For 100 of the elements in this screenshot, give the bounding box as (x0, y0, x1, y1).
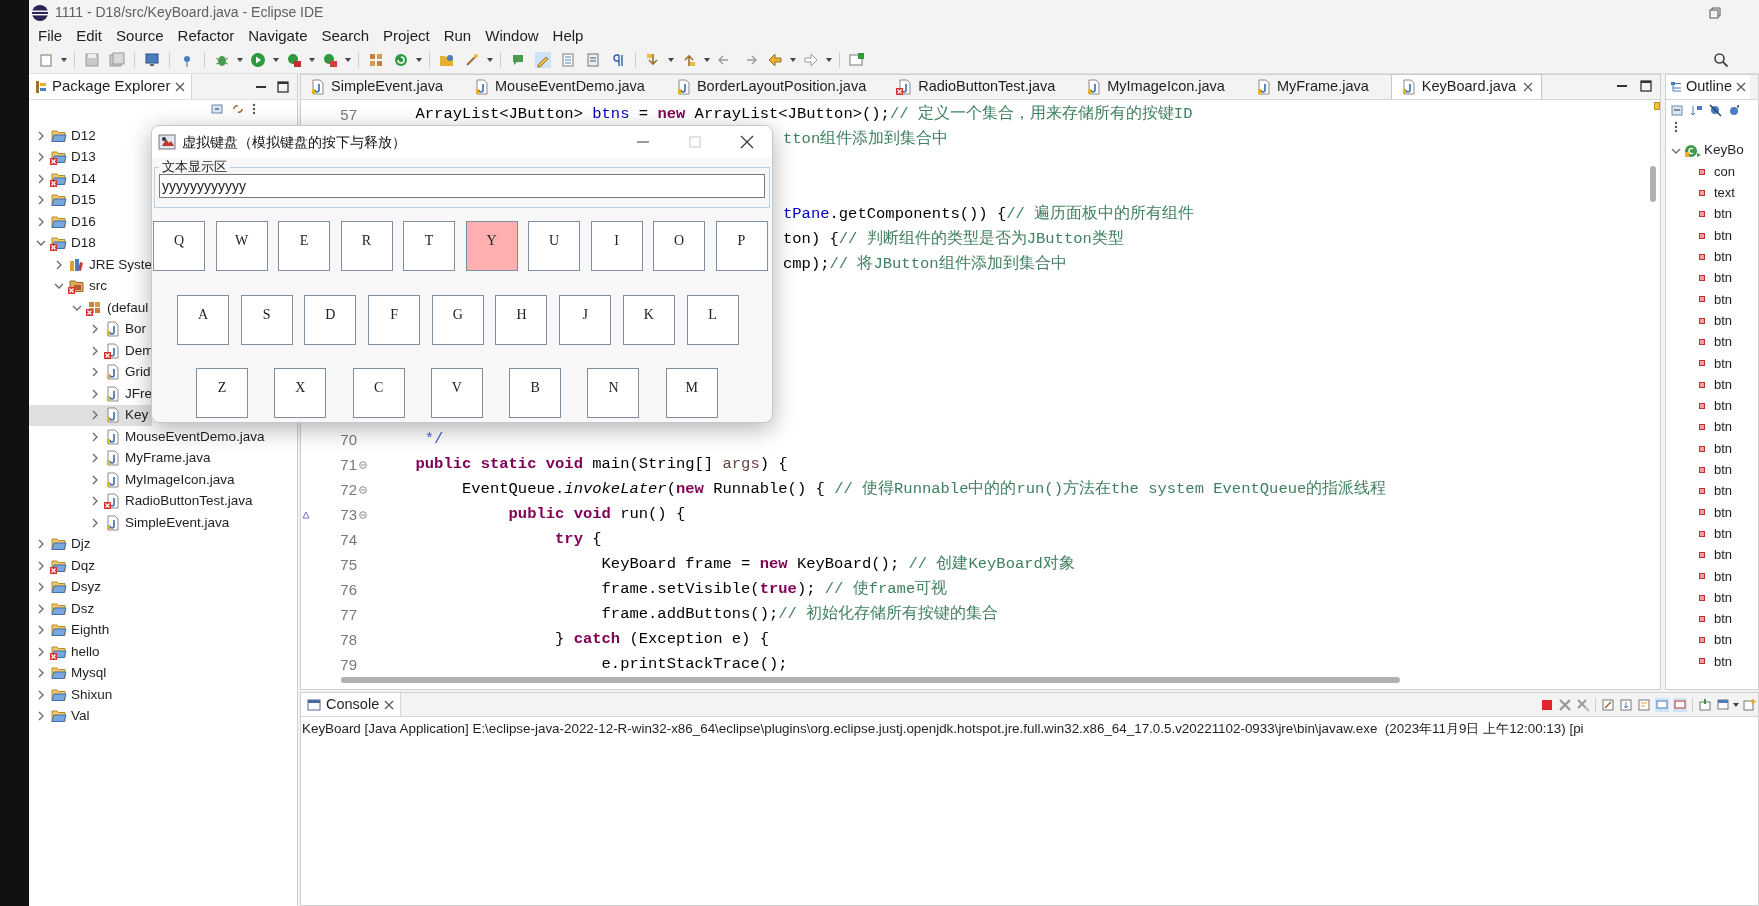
run-icon[interactable] (250, 52, 266, 68)
keyboard-key[interactable]: X (274, 368, 327, 418)
keyboard-key[interactable]: G (431, 295, 484, 345)
tree-item[interactable]: Val (29, 705, 94, 727)
back-icon[interactable] (767, 52, 783, 68)
outline-item[interactable]: btn (1666, 437, 1758, 460)
restore-icon[interactable] (1709, 6, 1721, 19)
outline-item[interactable]: btn (1666, 395, 1758, 417)
tree-item[interactable]: hello (29, 641, 104, 663)
scrollbar-thumb[interactable] (341, 677, 1400, 683)
keyboard-key[interactable]: L (686, 295, 739, 345)
keyboard-key[interactable]: S (240, 295, 293, 345)
keyboard-key[interactable]: E (278, 221, 330, 271)
close-icon[interactable] (1523, 82, 1534, 92)
fold-toggle-icon[interactable] (359, 510, 367, 519)
tree-item[interactable]: D16 (29, 211, 100, 233)
outline-item[interactable]: KeyBo (1666, 140, 1758, 161)
clear-console-icon[interactable] (1601, 697, 1615, 712)
keyboard-key[interactable]: H (495, 295, 548, 345)
more-icon[interactable] (251, 101, 257, 116)
tree-item[interactable]: Djz (29, 533, 95, 555)
outline-item[interactable]: btn (1666, 501, 1758, 524)
hide-static-icon[interactable] (1728, 103, 1741, 117)
scrollbar-thumb[interactable] (1650, 166, 1656, 202)
outline-item[interactable]: btn (1666, 373, 1758, 396)
close-icon[interactable] (740, 135, 754, 149)
editor-tab[interactable]: BorderLayoutPosition.java (666, 74, 889, 99)
keyboard-key[interactable]: U (528, 221, 580, 271)
outline-item[interactable]: btn (1666, 352, 1758, 374)
outline-item[interactable]: btn (1666, 608, 1758, 630)
editor-tab[interactable]: RadioButtonTest.java (888, 74, 1078, 99)
next-annotation-icon[interactable] (645, 52, 661, 68)
tree-item[interactable]: Key (29, 404, 153, 426)
wand-icon[interactable] (464, 52, 480, 68)
keyboard-key[interactable]: C (352, 368, 405, 418)
tree-item[interactable]: D13 (29, 146, 100, 168)
terminate-icon[interactable] (1540, 697, 1554, 712)
open-perspective-icon[interactable] (849, 52, 865, 68)
show-stderr-icon[interactable] (1673, 697, 1687, 712)
package-icon[interactable] (368, 52, 384, 68)
menu-item[interactable]: Refactor (170, 25, 242, 47)
forward-icon[interactable] (803, 52, 819, 68)
outline-item[interactable]: btn (1666, 224, 1758, 247)
search-icon[interactable] (1713, 52, 1729, 68)
outline-item[interactable]: btn (1666, 480, 1758, 502)
menu-item[interactable]: Source (109, 25, 171, 47)
menu-item[interactable]: Search (314, 25, 376, 47)
outline-item[interactable]: btn (1666, 310, 1758, 332)
outline-item[interactable]: btn (1666, 288, 1758, 311)
outline-item[interactable]: btn (1666, 629, 1758, 651)
keyboard-key[interactable]: I (590, 221, 643, 271)
menu-item[interactable]: Project (376, 25, 437, 47)
tree-item[interactable]: D14 (29, 168, 100, 190)
view-tab[interactable]: Outline (1666, 75, 1750, 99)
menu-item[interactable]: Help (545, 25, 591, 47)
keyboard-key[interactable]: P (715, 221, 768, 271)
editor-tab[interactable]: KeyBoard.java (1390, 74, 1543, 99)
outline-item[interactable]: btn (1666, 331, 1758, 353)
open-folder-icon[interactable] (439, 52, 455, 68)
menu-item[interactable]: Edit (69, 25, 110, 47)
outline-item[interactable]: text (1666, 182, 1758, 204)
tree-item[interactable]: JFre (29, 383, 156, 405)
tree-item[interactable]: D18 (29, 232, 100, 254)
collapse-all-icon[interactable] (1671, 103, 1684, 117)
keyboard-key[interactable]: R (340, 221, 393, 271)
coverage-icon[interactable] (322, 52, 338, 68)
more-icon[interactable] (1673, 120, 1679, 134)
remove-all-icon[interactable] (1576, 697, 1590, 712)
keyboard-key[interactable]: B (509, 368, 562, 418)
keyboard-key[interactable]: D (304, 295, 357, 345)
outline-item[interactable]: btn (1666, 459, 1758, 481)
outline-item[interactable]: btn (1666, 246, 1758, 268)
tree-item[interactable]: Bor (29, 318, 150, 340)
display-console-icon[interactable] (1716, 697, 1730, 712)
keyboard-key[interactable]: W (215, 221, 268, 271)
fold-toggle-icon[interactable] (359, 460, 367, 469)
annotation-icon[interactable] (510, 52, 526, 68)
keyboard-key[interactable]: N (587, 368, 640, 418)
tree-item[interactable]: Dqz (29, 555, 99, 577)
tree-item[interactable]: MouseEventDemo.java (29, 426, 269, 448)
menu-item[interactable]: File (31, 25, 70, 47)
monitor-icon[interactable] (144, 52, 160, 68)
keyboard-key[interactable]: O (653, 221, 705, 271)
tree-item[interactable]: MyFrame.java (29, 447, 215, 469)
tree-item[interactable]: Dsz (29, 598, 99, 620)
tree-item[interactable]: Dsyz (29, 576, 105, 598)
keyboard-key[interactable]: J (559, 295, 612, 345)
view-tab[interactable]: Console (301, 693, 402, 716)
outline-item[interactable]: btn (1666, 544, 1758, 566)
keyboard-key[interactable]: V (430, 368, 483, 418)
maximize-icon[interactable] (1640, 80, 1652, 92)
tree-item[interactable]: D15 (29, 189, 100, 211)
sort-icon[interactable] (1690, 103, 1703, 117)
keyboard-key[interactable]: Q (153, 221, 205, 271)
outline-item[interactable]: btn (1666, 586, 1758, 609)
hide-fields-icon[interactable] (1709, 103, 1722, 117)
maximize-icon[interactable] (277, 80, 289, 93)
tree-item[interactable]: Mysql (29, 662, 111, 684)
highlight-pen-icon[interactable] (535, 52, 551, 68)
tree-item[interactable]: MyImageIcon.java (29, 469, 239, 491)
